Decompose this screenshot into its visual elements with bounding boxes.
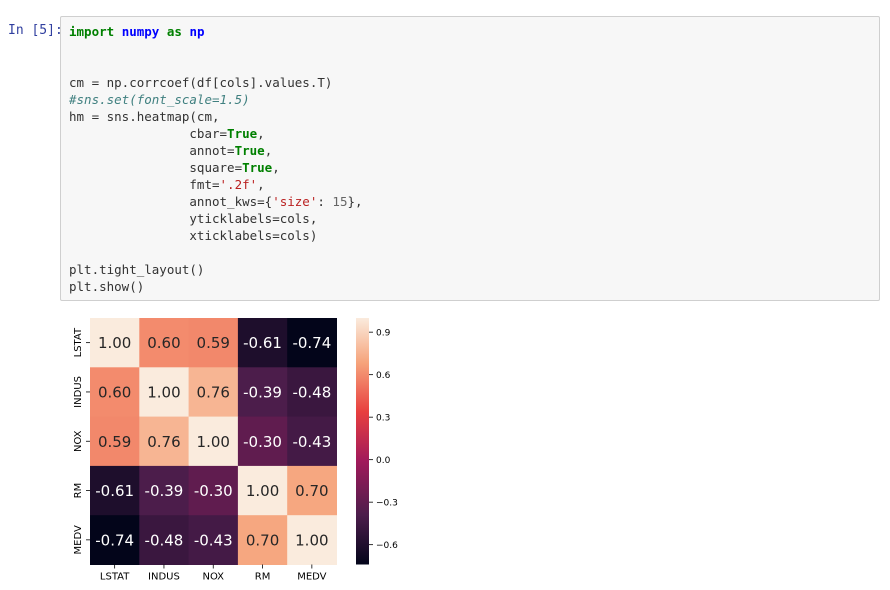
colorbar-tick-label: 0.9 bbox=[376, 329, 391, 339]
code-token: cm = np.corrcoef(df[cols].values.T) bbox=[69, 75, 333, 90]
code-token: fmt= bbox=[69, 177, 220, 192]
cell-annotation: -0.74 bbox=[292, 334, 331, 352]
colorbar-tick-label: 0.6 bbox=[376, 371, 391, 381]
cell-annotation: -0.48 bbox=[292, 383, 331, 401]
cell-annotation: 0.70 bbox=[295, 482, 328, 500]
x-tick-labels: LSTAT INDUS NOX RM MEDV bbox=[100, 564, 327, 583]
code-token: , bbox=[272, 160, 280, 175]
cell-annotation: -0.61 bbox=[243, 334, 282, 352]
code-token: , bbox=[264, 143, 273, 158]
code-line: xticklabels=cols) bbox=[69, 227, 363, 244]
cell-annotation: -0.48 bbox=[145, 531, 184, 549]
code-token: 15 bbox=[332, 194, 348, 209]
cell-annotation: 0.60 bbox=[147, 334, 180, 352]
x-tick-label: NOX bbox=[202, 572, 224, 583]
cell-prompt: In [5]: bbox=[8, 23, 63, 38]
code-token: , bbox=[257, 126, 265, 141]
cell-annotation: -0.30 bbox=[243, 433, 282, 451]
code-token: xticklabels=cols) bbox=[69, 228, 318, 243]
cell-annotation: 0.60 bbox=[98, 383, 131, 401]
code-line: plt.show() bbox=[69, 278, 363, 295]
code-line: cm = np.corrcoef(df[cols].values.T) bbox=[69, 74, 363, 91]
cell-annotation: 0.76 bbox=[147, 433, 180, 451]
colorbar-gradient bbox=[356, 318, 369, 565]
code-token: annot= bbox=[69, 143, 235, 158]
cell-annotation: 0.70 bbox=[246, 531, 279, 549]
code-line: hm = sns.heatmap(cm, bbox=[69, 108, 363, 125]
cell-annotation: 1.00 bbox=[147, 383, 180, 401]
code-token: : bbox=[317, 194, 333, 209]
code-token: yticklabels=cols, bbox=[69, 211, 318, 226]
cell-annotation: 1.00 bbox=[98, 334, 131, 352]
code-token: #sns.set(font_scale=1.5) bbox=[69, 92, 250, 107]
colorbar: 0.9 0.6 0.3 0.0 −0.3 −0.6 bbox=[356, 318, 398, 565]
cell-annotation: -0.74 bbox=[95, 531, 134, 549]
x-tick-label: MEDV bbox=[297, 572, 326, 583]
code-token: 'size' bbox=[272, 194, 318, 209]
code-line: annot_kws={'size': 15}, bbox=[69, 193, 363, 210]
cell-annotation: -0.43 bbox=[292, 433, 331, 451]
heatmap-figure: 1.00 0.60 0.59 -0.61 -0.740.60 1.00 0.76 -0.39-… bbox=[73, 318, 398, 583]
code-token: , bbox=[257, 177, 265, 192]
code-token: annot_kws={ bbox=[69, 194, 273, 209]
code-token: square= bbox=[69, 160, 243, 175]
code-token: as bbox=[166, 24, 182, 39]
code-token: True bbox=[227, 126, 258, 141]
code-line: #sns.set(font_scale=1.5) bbox=[69, 91, 363, 108]
code-token: plt.tight_layout() bbox=[69, 262, 205, 277]
code-token: '.2f' bbox=[219, 177, 258, 192]
y-tick-label: LSTAT bbox=[73, 327, 84, 357]
code-line: fmt='.2f', bbox=[69, 176, 363, 193]
cell-annotation: 0.59 bbox=[98, 433, 131, 451]
cell-annotation: -0.30 bbox=[194, 482, 233, 500]
cell-annotation: 1.00 bbox=[197, 433, 230, 451]
colorbar-tick-label: −0.3 bbox=[376, 499, 398, 509]
y-tick-label: NOX bbox=[73, 430, 84, 452]
cell-annotation: -0.39 bbox=[243, 383, 282, 401]
cell-annotation: -0.61 bbox=[95, 482, 134, 500]
code-token: True bbox=[234, 143, 265, 158]
x-tick-label: INDUS bbox=[148, 572, 180, 583]
code-editor[interactable]: import numpy as np cm = np.corrcoef(df[co… bbox=[69, 23, 363, 295]
cell-annotation: 1.00 bbox=[246, 482, 279, 500]
code-token: plt.show() bbox=[69, 279, 145, 294]
code-line: plt.tight_layout() bbox=[69, 261, 363, 278]
code-token: import bbox=[69, 24, 115, 39]
y-tick-label: INDUS bbox=[73, 376, 84, 408]
code-line: yticklabels=cols, bbox=[69, 210, 363, 227]
code-line: import numpy as np bbox=[69, 23, 363, 40]
y-tick-label: MEDV bbox=[73, 525, 84, 554]
cell-annotation: -0.39 bbox=[145, 482, 184, 500]
x-tick-label: LSTAT bbox=[100, 572, 130, 583]
x-tick-label: RM bbox=[255, 572, 271, 583]
cell-annotation: 0.59 bbox=[197, 334, 230, 352]
code-token: np bbox=[189, 24, 205, 39]
y-tick-label: RM bbox=[73, 483, 84, 499]
code-line: annot=True, bbox=[69, 142, 363, 159]
cell-annotation: 1.00 bbox=[295, 531, 328, 549]
cell-annotation: 0.76 bbox=[197, 383, 230, 401]
y-tick-labels: LSTAT INDUS NOX RM MEDV bbox=[73, 327, 90, 555]
output-area: 1.00 0.60 0.59 -0.61 -0.74 0.60 1.00 0.76 -0.39-… bbox=[60, 310, 480, 586]
code-line: square=True, bbox=[69, 159, 363, 176]
code-token: numpy bbox=[121, 24, 160, 39]
code-token: }, bbox=[347, 194, 363, 209]
cell-annotation: -0.43 bbox=[194, 531, 233, 549]
code-line: cbar=True, bbox=[69, 125, 363, 142]
colorbar-tick-label: 0.3 bbox=[376, 414, 390, 424]
colorbar-tick-label: 0.0 bbox=[376, 456, 391, 466]
code-token: cbar= bbox=[69, 126, 228, 141]
code-token: True bbox=[242, 160, 273, 175]
colorbar-tick-label: −0.6 bbox=[376, 541, 398, 551]
code-token: hm = sns.heatmap(cm, bbox=[69, 109, 220, 124]
code-cell[interactable]: import numpy as np cm = np.corrcoef(df[co… bbox=[60, 16, 880, 301]
